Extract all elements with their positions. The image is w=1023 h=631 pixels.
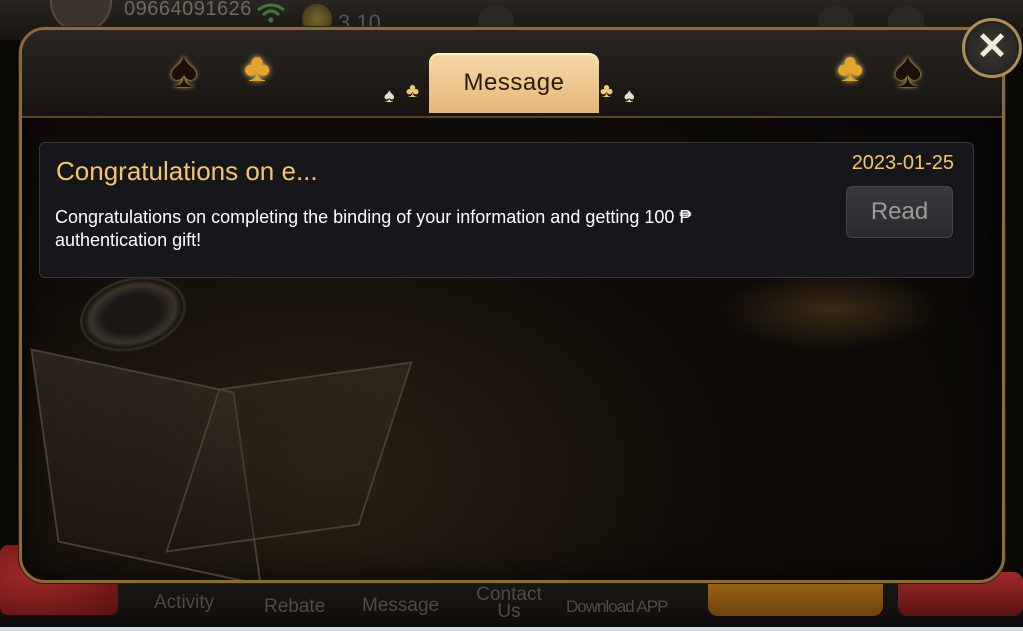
decor-glow <box>722 270 942 350</box>
message-title: Congratulations on e... <box>56 156 318 186</box>
screen-edge <box>0 627 1023 631</box>
club-icon: ♣ <box>406 80 420 102</box>
message-body: Congratulations on completing the bindin… <box>55 207 692 250</box>
poker-chip-decor <box>71 265 195 363</box>
wifi-icon <box>257 3 285 23</box>
message-dialog: ♠ ♣ ♠ ♣ Message ♣ ♠ ♣ ♠ Congratulations … <box>19 27 1005 583</box>
spade-icon: ♠ <box>894 41 922 99</box>
close-icon[interactable]: ✕ <box>962 18 1022 78</box>
club-icon: ♣ <box>837 46 864 90</box>
dialog-header: ♠ ♣ ♠ ♣ Message ♣ ♠ ♣ ♠ <box>22 30 1002 118</box>
nav-rebate[interactable]: Rebate <box>264 597 325 616</box>
message-item[interactable]: Congratulations on e... 2023-01-25 Congr… <box>39 142 974 278</box>
club-icon: ♣ <box>244 46 271 90</box>
nav-activity[interactable]: Activity <box>154 593 214 612</box>
spade-icon: ♠ <box>624 85 635 107</box>
club-icon: ♣ <box>600 80 614 102</box>
spade-icon: ♠ <box>384 85 395 107</box>
dialog-title-tab: Message <box>429 53 599 113</box>
spade-icon: ♠ <box>170 41 198 99</box>
nav-download-app[interactable]: Download APP <box>566 598 668 615</box>
nav-message[interactable]: Message <box>362 596 439 615</box>
nav-contact-us[interactable]: Contact Us <box>470 585 548 621</box>
message-date: 2023-01-25 <box>851 152 954 174</box>
phone-number: 09664091626 <box>124 0 252 20</box>
read-button[interactable]: Read <box>846 186 953 238</box>
dialog-title: Message <box>463 69 565 96</box>
